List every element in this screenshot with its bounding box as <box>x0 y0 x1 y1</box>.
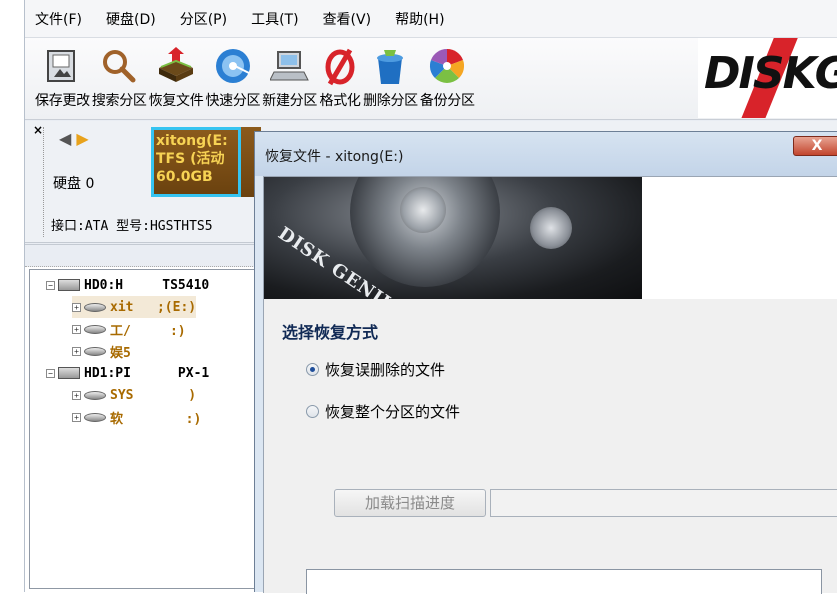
brand-text: DISKG <box>704 48 837 99</box>
new-partition-label: 新建分区 <box>262 93 318 109</box>
volume-icon <box>84 412 106 422</box>
quick-partition-label: 快速分区 <box>205 93 261 109</box>
panel-divider <box>43 127 45 237</box>
expand-icon[interactable]: + <box>72 302 81 312</box>
format-icon <box>319 44 361 88</box>
tree-label: 工/ :) <box>110 323 186 339</box>
tree-disk-hd1[interactable]: − HD1:PI PX-1 <box>46 362 209 384</box>
volume-icon <box>84 390 106 400</box>
backup-partition-label: 备份分区 <box>419 93 475 109</box>
tree-label: 软 :) <box>110 411 202 427</box>
next-disk-button[interactable]: ▶ <box>76 129 88 148</box>
tree-panel-header <box>25 245 265 267</box>
delete-partition-label: 删除分区 <box>363 93 418 109</box>
option-recover-partition[interactable]: 恢复整个分区的文件 <box>306 401 460 422</box>
quick-partition-button[interactable]: 快速分区 <box>205 38 261 118</box>
volume-icon <box>84 302 106 312</box>
menu-view[interactable]: 查看(V) <box>321 7 374 31</box>
disk-label: 硬盘 0 <box>53 176 95 192</box>
disk-tree: − HD0:H TS5410 + xit ;(E:) + 工/ :) + 娱5 <box>29 269 265 589</box>
partition-fs: TFS (活动 <box>156 151 225 167</box>
hard-disk-icon <box>58 367 80 379</box>
option-label: 恢复整个分区的文件 <box>325 403 461 421</box>
dialog-close-button[interactable]: X <box>793 136 837 156</box>
expand-icon[interactable]: + <box>72 412 81 422</box>
tree-label: xit ;(E:) <box>110 299 197 315</box>
brand-logo: DISKG <box>698 38 837 118</box>
partition-name: xitong(E: <box>156 133 228 149</box>
backup-partition-icon <box>426 44 468 88</box>
radio-recover-partition[interactable] <box>306 405 319 418</box>
hard-disk-icon <box>58 279 80 291</box>
delete-partition-button[interactable]: 删除分区 <box>363 38 418 118</box>
search-partition-button[interactable]: 搜索分区 <box>92 38 147 118</box>
option-label: 恢复误删除的文件 <box>325 361 446 379</box>
format-label: 格式化 <box>319 93 361 109</box>
panel-close-button[interactable]: × <box>33 123 43 137</box>
delete-partition-icon <box>369 44 411 88</box>
recover-files-icon <box>155 44 197 88</box>
disk-nav: ◀ ▶ <box>59 129 89 148</box>
volume-icon <box>84 346 106 356</box>
search-partition-label: 搜索分区 <box>91 93 147 109</box>
scan-progress-path-field[interactable] <box>490 489 837 517</box>
tree-label: HD0:H TS5410 <box>84 277 210 293</box>
dialog-titlebar[interactable]: 恢复文件 - xitong(E:) X <box>255 132 837 176</box>
search-partition-icon <box>98 44 140 88</box>
menu-bar: 文件(F) 硬盘(D) 分区(P) 工具(T) 查看(V) 帮助(H) <box>25 0 837 38</box>
hub-graphic-2 <box>530 207 572 249</box>
recover-files-label: 恢复文件 <box>148 93 204 109</box>
save-changes-label: 保存更改 <box>35 93 90 109</box>
tree-label: SYS ) <box>110 387 197 403</box>
hard-disk-banner-image: DISK GENIUS <box>264 177 642 299</box>
menu-tools[interactable]: 工具(T) <box>249 7 300 31</box>
format-button[interactable]: 格式化 <box>319 38 361 118</box>
recover-files-button[interactable]: 恢复文件 <box>149 38 204 118</box>
dialog-title: 恢复文件 - xitong(E:) <box>265 149 404 165</box>
new-partition-button[interactable]: 新建分区 <box>262 38 317 118</box>
partition-size: 60.0GB <box>156 169 213 185</box>
radio-recover-deleted[interactable] <box>306 363 319 376</box>
load-scan-progress-button[interactable]: 加载扫描进度 <box>334 489 486 517</box>
hub-graphic <box>400 187 446 233</box>
collapse-icon[interactable]: − <box>46 368 55 378</box>
option-recover-deleted[interactable]: 恢复误删除的文件 <box>306 359 445 380</box>
tree-volume-software[interactable]: + 软 :) <box>72 406 201 428</box>
menu-disk[interactable]: 硬盘(D) <box>104 7 158 31</box>
prev-disk-button[interactable]: ◀ <box>59 129 71 148</box>
quick-partition-icon <box>212 44 254 88</box>
expand-icon[interactable]: + <box>72 346 81 356</box>
tree-disk-hd0[interactable]: − HD0:H TS5410 <box>46 274 209 296</box>
tree-volume-entertainment[interactable]: + 娱5 <box>72 340 131 362</box>
collapse-icon[interactable]: − <box>46 280 55 290</box>
backup-partition-button[interactable]: 备份分区 <box>420 38 475 118</box>
menu-file[interactable]: 文件(F) <box>33 7 84 31</box>
disk-tree-panel: − HD0:H TS5410 + xit ;(E:) + 工/ :) + 娱5 <box>25 244 265 592</box>
partition-block-xitong[interactable]: xitong(E: TFS (活动 60.0GB <box>151 127 241 197</box>
new-partition-icon <box>269 44 311 88</box>
tree-volume-xitong[interactable]: + xit ;(E:) <box>72 296 197 318</box>
dialog-body: DISK GENIUS 选择恢复方式 恢复误删除的文件 恢复整个分区的文件 加载… <box>263 176 837 594</box>
toolbar: 保存更改 搜索分区 恢复文件 快速分区 新建分区 格式化 删除分区 备份分区 D… <box>25 38 837 120</box>
expand-icon[interactable]: + <box>72 324 81 334</box>
menu-help[interactable]: 帮助(H) <box>393 7 446 31</box>
tree-volume-work[interactable]: + 工/ :) <box>72 318 186 340</box>
disk-interface-info: 接口:ATA 型号:HGSTHTS5 <box>51 219 213 234</box>
recovery-mode-title: 选择恢复方式 <box>282 323 379 342</box>
expand-icon[interactable]: + <box>72 390 81 400</box>
recover-files-dialog: 恢复文件 - xitong(E:) X DISK GENIUS 选择恢复方式 恢… <box>254 131 837 594</box>
menu-partition[interactable]: 分区(P) <box>178 7 229 31</box>
tree-volume-sys[interactable]: + SYS ) <box>72 384 196 406</box>
tree-label: 娱5 <box>110 345 131 361</box>
volume-icon <box>84 324 106 334</box>
dialog-banner: DISK GENIUS <box>264 177 837 299</box>
save-changes-icon <box>41 44 83 88</box>
file-list-box[interactable] <box>306 569 822 594</box>
save-changes-button[interactable]: 保存更改 <box>35 38 90 118</box>
tree-label: HD1:PI PX-1 <box>84 365 210 381</box>
